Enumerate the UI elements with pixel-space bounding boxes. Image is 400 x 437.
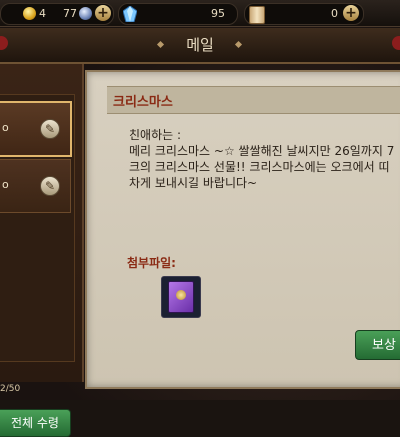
mail-greeting: 친애하는 : bbox=[129, 128, 182, 142]
mail-list-item-label: o bbox=[2, 121, 9, 134]
mail-body-line-2: 크의 크리스마스 선물!! 크리스마스에는 오크에서 띠 bbox=[129, 160, 390, 174]
currency-bar: 4 77 + 95 0 + bbox=[0, 0, 400, 27]
paperclip-icon: ✎ bbox=[40, 176, 60, 196]
gift-box-icon bbox=[168, 281, 194, 313]
scroll-counter: 0 + bbox=[244, 3, 364, 25]
claim-reward-button[interactable]: 보상 bbox=[355, 330, 400, 360]
page-title: 메일 bbox=[186, 36, 214, 54]
attachment-slot[interactable] bbox=[161, 276, 201, 318]
energy-counter: 4 77 + bbox=[0, 3, 114, 25]
add-energy-button[interactable]: + bbox=[95, 5, 111, 21]
mail-list-item-selected[interactable]: o ✎ bbox=[0, 101, 72, 157]
mail-body-line-3: 차게 보내시길 바랍니다~ bbox=[129, 176, 258, 190]
ornament-right-icon bbox=[392, 36, 400, 50]
mail-list-item[interactable]: o ✎ bbox=[0, 159, 71, 213]
attachment-label: 첨부파일: bbox=[127, 256, 176, 270]
mail-count-text: 2/50 bbox=[0, 384, 21, 394]
mail-subject-bar: 크리스마스 bbox=[107, 86, 400, 114]
mail-list-panel: o ✎ o ✎ 전체 수령 bbox=[0, 64, 84, 437]
scroll-icon bbox=[249, 6, 265, 24]
mail-list[interactable]: o ✎ o ✎ bbox=[0, 94, 75, 362]
scroll-value: 0 bbox=[331, 7, 338, 20]
coin-icon bbox=[23, 7, 36, 20]
badge-icon bbox=[79, 7, 92, 20]
mail-content-panel: 크리스마스 친애하는 : 메리 크리스마스 ~☆ 쌀쌀해진 날씨지만 26일까지… bbox=[85, 70, 400, 389]
mail-subject: 크리스마스 bbox=[113, 95, 173, 110]
gem-value: 95 bbox=[211, 7, 225, 20]
mail-list-item-label: o bbox=[2, 178, 9, 191]
energy-max-value: 77 bbox=[63, 7, 77, 20]
add-scroll-button[interactable]: + bbox=[343, 5, 359, 21]
gem-icon bbox=[123, 6, 137, 22]
claim-all-button[interactable]: 전체 수령 bbox=[0, 409, 71, 437]
gem-counter: 95 bbox=[118, 3, 238, 25]
energy-value: 4 bbox=[39, 7, 46, 20]
paperclip-icon: ✎ bbox=[40, 119, 60, 139]
title-bar: 메일 bbox=[0, 28, 400, 64]
mail-body-line-1: 메리 크리스마스 ~☆ 쌀쌀해진 날씨지만 26일까지 7 bbox=[129, 144, 395, 158]
